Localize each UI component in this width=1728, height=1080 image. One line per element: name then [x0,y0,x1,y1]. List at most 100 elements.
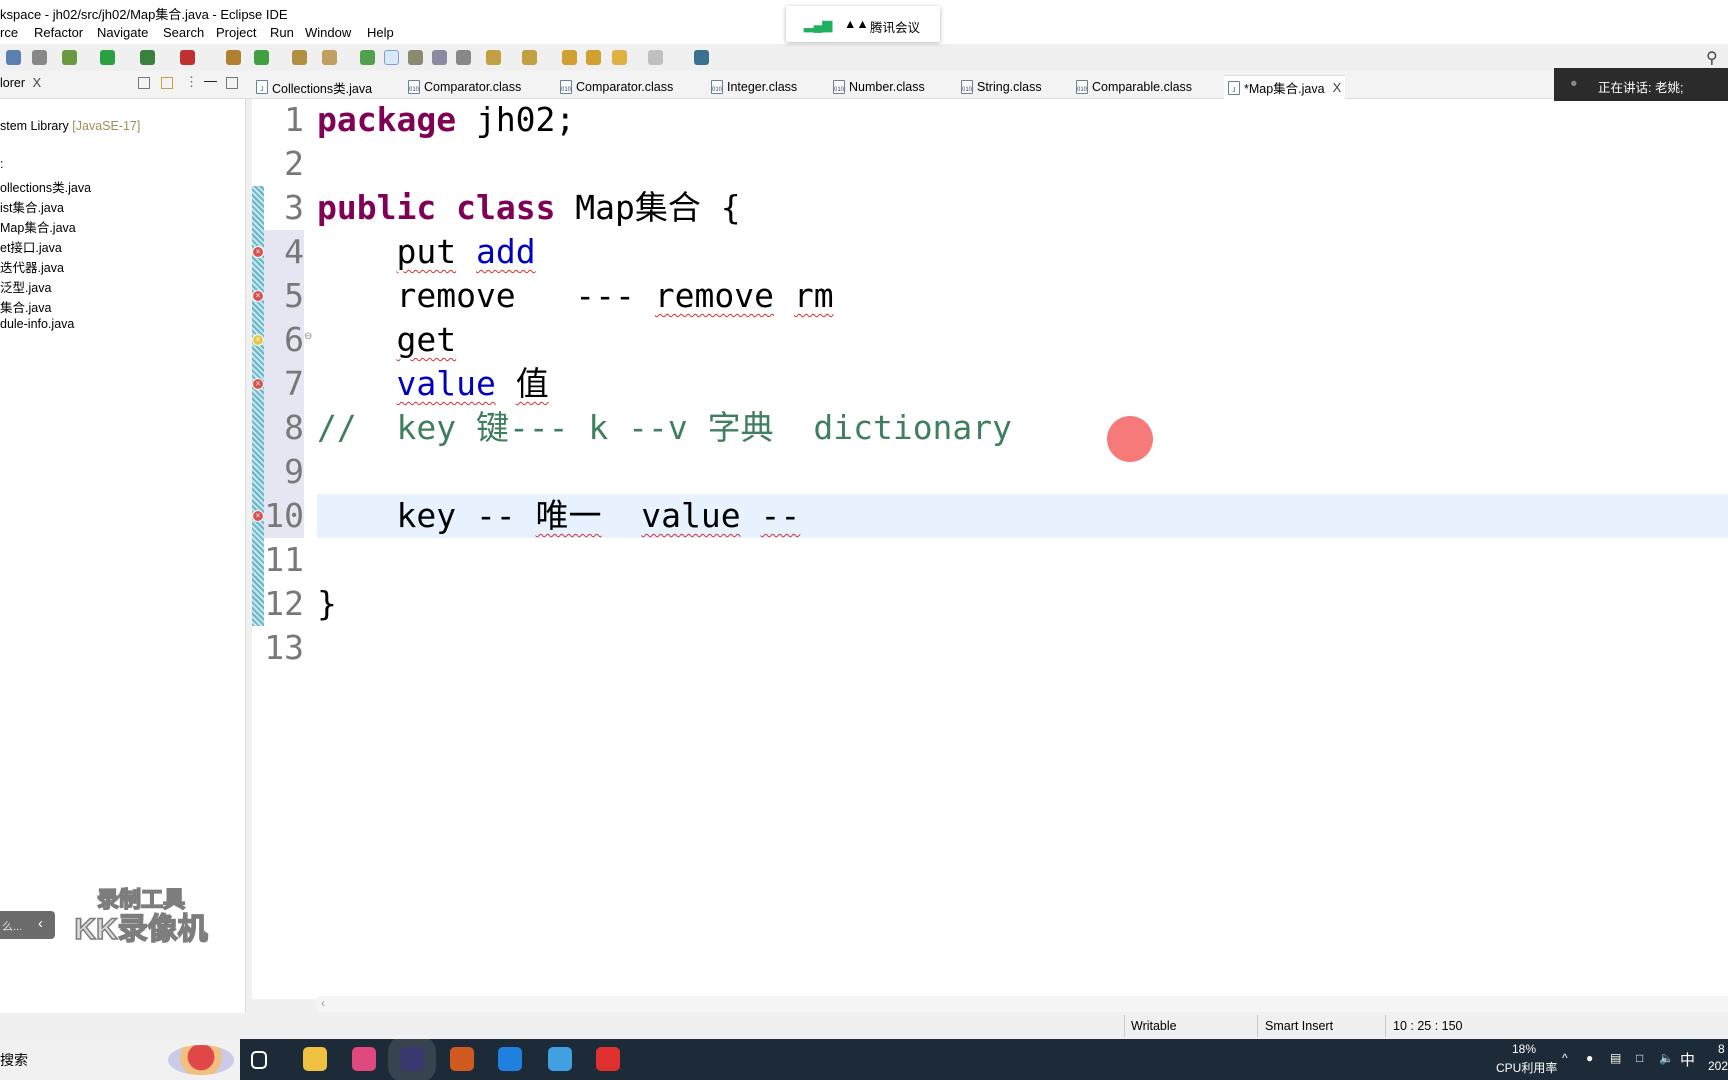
explorer-file-item[interactable]: ist集合.java [0,197,64,216]
tab-7[interactable]: J *Map集合.java X [1224,75,1346,99]
microphone-icon[interactable]: ● [1586,1051,1593,1065]
contacts-icon[interactable] [548,1047,572,1071]
block-selection-icon[interactable] [408,50,423,65]
tab-4[interactable]: 010 Number.class [829,75,929,99]
menu-refactor[interactable]: Refactor [34,25,83,40]
tab-6[interactable]: 010 Comparable.class [1072,75,1196,99]
view-menu-icon[interactable]: ⋮ [185,74,198,90]
search-icon[interactable] [322,50,337,65]
menu-run[interactable]: Run [270,25,294,40]
code-line[interactable]: remove --- remove rm [317,274,833,318]
minimize-icon[interactable]: — [204,73,217,88]
forward-icon[interactable] [648,50,663,65]
explorer-file-item[interactable]: et接口.java [0,237,62,256]
menu-navigate[interactable]: Navigate [97,25,148,40]
collapse-all-icon[interactable] [138,77,150,89]
open-task-icon[interactable] [360,50,375,65]
error-marker-icon[interactable]: × [252,290,264,302]
toolbar [0,44,1728,70]
collapsed-panel-pill[interactable]: 么... ‹ [0,911,55,939]
new-class-icon[interactable] [254,50,269,65]
code-line[interactable]: public class Map集合 { [317,186,741,230]
code-line[interactable]: } [317,582,337,626]
code-line[interactable]: package jh02; [317,98,575,142]
ime-indicator[interactable]: 中 [1680,1049,1695,1070]
code-line[interactable]: put add [317,230,535,274]
horizontal-scrollbar[interactable]: ‹ [317,996,1728,1012]
tab-1[interactable]: 010 Comparator.class [404,75,525,99]
menu-project[interactable]: Project [216,25,256,40]
code-line[interactable]: get [317,318,456,362]
last-edit-icon[interactable] [562,50,577,65]
browser-icon[interactable] [352,1047,376,1071]
scroll-left-icon[interactable]: ‹ [321,996,325,1010]
run-icon[interactable] [100,50,115,65]
cursor-position[interactable]: 10 : 25 : 150 [1393,1019,1463,1033]
error-marker-icon[interactable]: × [252,246,264,258]
battery-icon[interactable]: ▤ [1610,1051,1621,1065]
toggle-view-icon[interactable] [6,50,21,65]
eclipse-icon[interactable] [388,1035,436,1080]
tab-2[interactable]: 010 Comparator.class [556,75,677,99]
show-hidden-icons-icon[interactable]: ^ [1562,1051,1568,1065]
code-token: } [317,584,337,623]
insert-mode-status[interactable]: Smart Insert [1265,1019,1333,1033]
code-line[interactable]: value 值 [317,362,548,406]
tab-3[interactable]: 010 Integer.class [707,75,801,99]
network-icon[interactable]: □ [1636,1051,1643,1065]
back-icon[interactable] [612,50,627,65]
fold-icon[interactable]: ⊖ [304,331,312,342]
wps-icon[interactable] [596,1047,620,1071]
tab-5[interactable]: 010 String.class [957,75,1046,99]
task-view-icon[interactable] [251,1051,267,1069]
menu-search[interactable]: Search [163,25,204,40]
menu-window[interactable]: Window [305,25,351,40]
pilcrow-icon[interactable] [456,50,471,65]
divider [1385,1015,1386,1037]
skip-breakpoints-icon[interactable] [32,50,47,65]
explorer-file-item[interactable]: 泛型.java [0,277,51,296]
meeting-app-name: 腾讯会议 [870,21,921,35]
clock-date[interactable]: 202 [1708,1059,1728,1073]
error-marker-icon[interactable]: × [252,510,264,522]
open-perspective-icon[interactable] [694,50,709,65]
coverage-icon[interactable] [140,50,155,65]
explorer-file-item[interactable]: 集合.java [0,297,51,316]
forward-edit-icon[interactable] [586,50,601,65]
tab-0[interactable]: J Collections类.java [252,75,376,99]
next-annotation-icon[interactable] [486,50,501,65]
explorer-file-item[interactable]: ollections类.java [0,177,91,196]
close-icon[interactable]: X [33,75,42,90]
code-line[interactable]: // key 键--- k --v 字典 dictionary [317,406,1012,450]
package-explorer-tab[interactable]: lorer X [0,75,41,90]
previous-annotation-icon[interactable] [522,50,537,65]
error-marker-icon[interactable]: × [252,378,264,390]
volume-icon[interactable]: 🔈 [1659,1051,1674,1065]
tencent-meeting-bar[interactable]: ▂▄▆ ▲▲ 腾讯会议 [786,6,940,42]
warning-error-marker-icon[interactable]: × [252,334,264,346]
search-icon[interactable]: ⚲ [1706,48,1718,68]
external-tools-icon[interactable] [180,50,195,65]
show-whitespace-icon[interactable] [432,50,447,65]
close-icon[interactable]: X [1333,80,1342,95]
explorer-file-item[interactable]: dule-info.java [0,317,74,331]
menu-help[interactable]: Help [367,25,394,40]
clock-time[interactable]: 8 [1718,1042,1725,1056]
taskbar-search[interactable]: 搜索 [0,1039,240,1080]
new-java-project-icon[interactable] [226,50,241,65]
code-line[interactable]: key -- 唯一 value -- [317,494,800,538]
app-icon[interactable] [450,1047,474,1071]
explorer-file-item[interactable]: Map集合.java [0,217,76,236]
package-item[interactable]: : [0,157,3,171]
open-type-icon[interactable] [292,50,307,65]
jre-system-library[interactable]: stem Library [JavaSE-17] [0,119,140,133]
maximize-icon[interactable] [226,77,238,89]
menu-rce[interactable]: rce [0,25,18,40]
link-editor-icon[interactable] [161,77,173,89]
explorer-file-item[interactable]: 迭代器.java [0,257,64,276]
debug-icon[interactable] [62,50,77,65]
tencent-meeting-icon[interactable] [498,1047,522,1071]
chevron-left-icon[interactable]: ‹ [38,915,43,932]
mark-occurrences-icon[interactable] [384,50,399,65]
file-explorer-icon[interactable] [303,1047,327,1071]
